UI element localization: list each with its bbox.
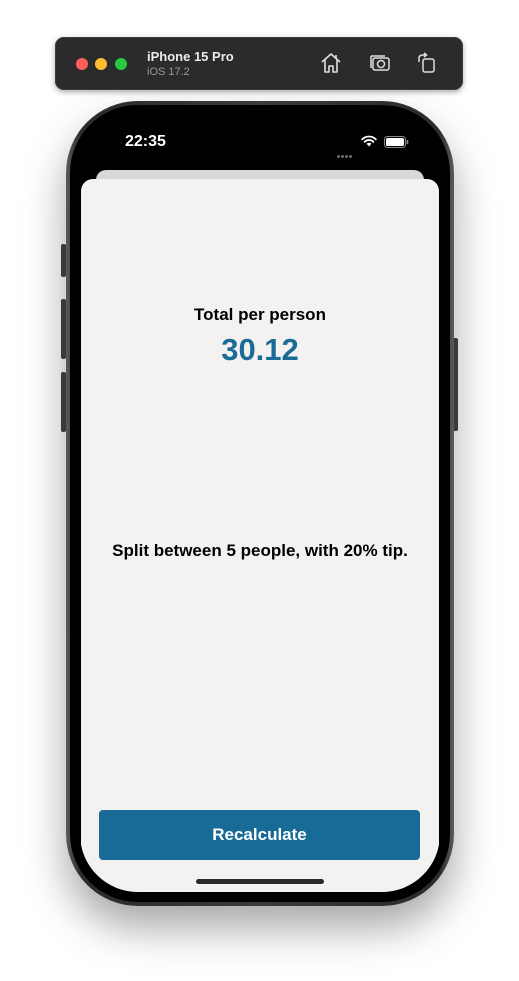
phone-screen: 22:35 Total per person 30.12 Split betwe… xyxy=(80,115,440,892)
battery-icon xyxy=(384,136,409,148)
screenshot-icon[interactable] xyxy=(368,50,394,76)
status-time: 22:35 xyxy=(125,133,166,150)
split-summary-text: Split between 5 people, with 20% tip. xyxy=(112,541,408,560)
wifi-icon xyxy=(361,135,377,147)
close-window-button[interactable] xyxy=(76,58,88,70)
total-per-person-value: 30.12 xyxy=(221,332,299,367)
total-per-person-label: Total per person xyxy=(194,305,326,324)
result-sheet: Total per person 30.12 Split between 5 p… xyxy=(81,179,439,892)
zoom-window-button[interactable] xyxy=(115,58,127,70)
simulator-toolbar: iPhone 15 Pro iOS 17.2 xyxy=(55,37,463,90)
device-name: iPhone 15 Pro xyxy=(147,49,234,64)
os-version: iOS 17.2 xyxy=(147,66,190,78)
cellular-dots-icon xyxy=(337,145,353,163)
home-icon[interactable] xyxy=(318,50,344,76)
home-indicator[interactable] xyxy=(196,879,324,884)
minimize-window-button[interactable] xyxy=(95,58,107,70)
rotate-icon[interactable] xyxy=(414,50,440,76)
recalculate-button[interactable]: Recalculate xyxy=(99,810,420,860)
